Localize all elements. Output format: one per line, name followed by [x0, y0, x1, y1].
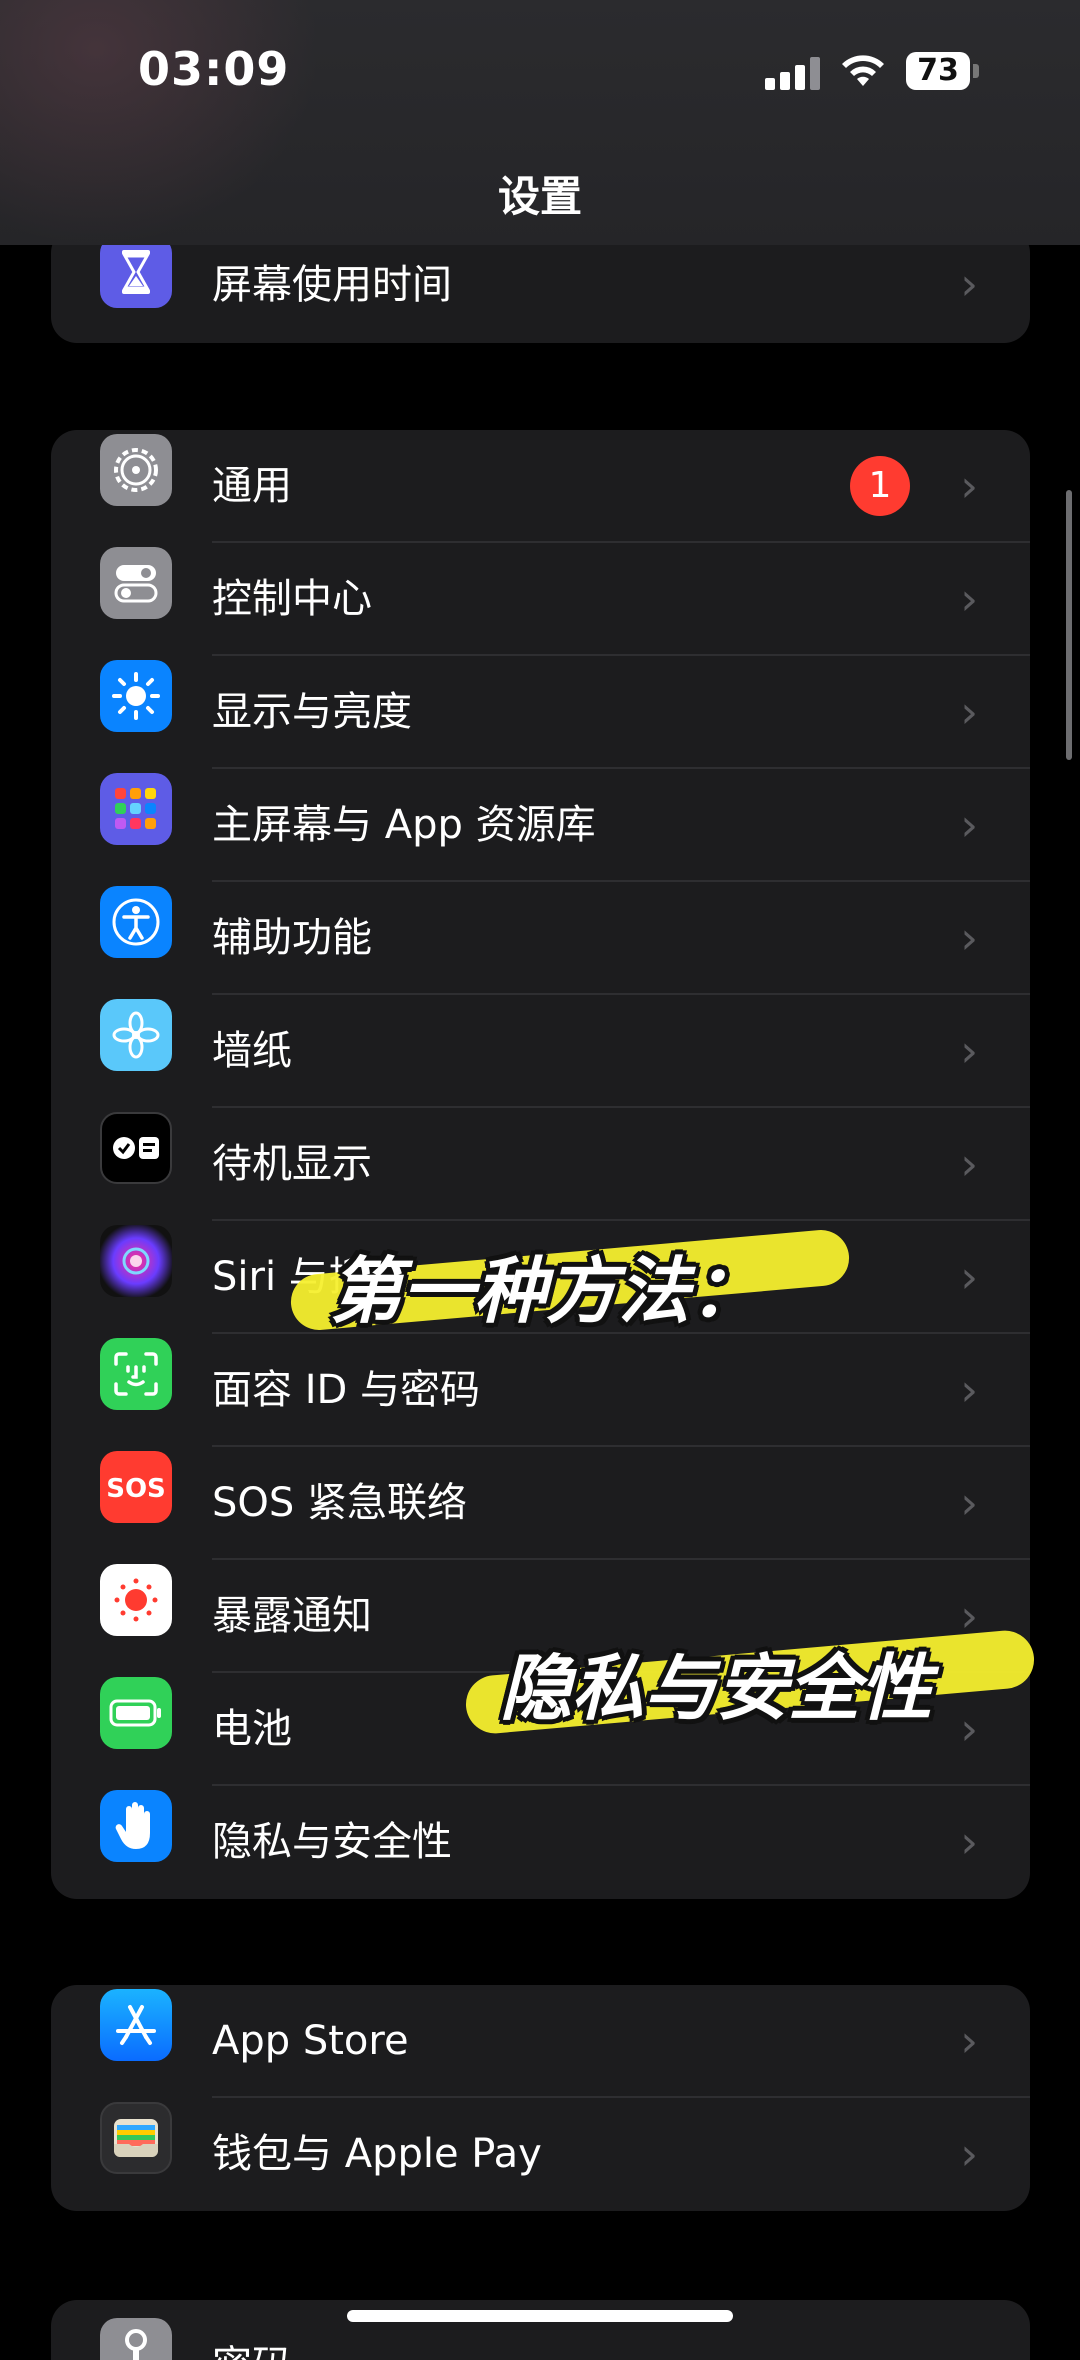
settings-row-label: 通用: [212, 463, 292, 509]
settings-row-label: 隐私与安全性: [212, 1819, 452, 1865]
settings-row-label: 密码: [212, 2316, 292, 2360]
chevron-right-icon: ›: [960, 1026, 978, 1077]
chevron-right-icon: ›: [960, 913, 978, 964]
sos-icon: SOS: [100, 1450, 172, 1523]
settings-row-display[interactable]: 显示与亮度 ›: [51, 656, 1030, 769]
battery-icon: [100, 1676, 172, 1749]
chevron-right-icon: ›: [960, 461, 978, 512]
hourglass-icon: [100, 236, 172, 309]
wifi-icon: [842, 55, 884, 86]
accessibility-icon: [100, 885, 172, 958]
face-id-icon: [100, 1337, 172, 1410]
gear-icon: [100, 433, 172, 506]
overlay-text-privacy: 隐私与安全性: [500, 1646, 933, 1730]
app-grid-icon: [100, 772, 172, 845]
settings-row-label: 显示与亮度: [212, 689, 412, 735]
svg-text:SOS: SOS: [106, 1474, 166, 1504]
exposure-icon: [100, 1563, 172, 1636]
settings-row-control-center[interactable]: 控制中心 ›: [51, 543, 1030, 656]
page-title: 设置: [497, 172, 582, 221]
settings-row-app-store[interactable]: App Store ›: [51, 1985, 1030, 2098]
chevron-right-icon: ›: [960, 1139, 978, 1190]
settings-row-label: 暴露通知: [212, 1593, 372, 1639]
chevron-right-icon: ›: [960, 2129, 978, 2180]
settings-row-label: 电池: [212, 1706, 292, 1752]
settings-row-label: 控制中心: [212, 576, 372, 622]
settings-group-store: App Store › 钱包与 Apple Pay ›: [51, 1985, 1030, 2211]
settings-row-label: App Store: [212, 2018, 409, 2064]
status-time: 03:09: [138, 42, 290, 96]
overlay-text-method: 第一种方法：: [330, 1249, 763, 1333]
flower-icon: [100, 998, 172, 1071]
overlay-caption-1: 第一种方法：: [280, 1210, 870, 1350]
overlay-caption-2: 隐私与安全性: [450, 1605, 1040, 1755]
settings-row-wallpaper[interactable]: 墙纸 ›: [51, 995, 1030, 1108]
app-store-icon: [100, 1988, 172, 2061]
home-indicator[interactable]: [347, 2310, 733, 2322]
toggle-switches-icon: [100, 546, 172, 619]
settings-row-label: 主屏幕与 App 资源库: [212, 802, 596, 848]
settings-row-accessibility[interactable]: 辅助功能 ›: [51, 882, 1030, 995]
settings-row-label: 辅助功能: [212, 915, 372, 961]
settings-row-label: 钱包与 Apple Pay: [212, 2131, 542, 2177]
scrollbar[interactable]: [1066, 490, 1072, 760]
settings-row-label: 待机显示: [212, 1141, 372, 1187]
chevron-right-icon: ›: [960, 574, 978, 625]
chevron-right-icon: ›: [960, 800, 978, 851]
settings-row-label: SOS 紧急联络: [212, 1480, 467, 1526]
battery-indicator: 73: [906, 52, 980, 90]
key-icon: [100, 2318, 172, 2360]
settings-row-passwords[interactable]: 密码: [51, 2300, 1030, 2360]
battery-cap: [973, 64, 979, 78]
standby-icon: [100, 1111, 172, 1184]
battery-level: 73: [906, 52, 970, 90]
chevron-right-icon: ›: [960, 1817, 978, 1868]
status-bar: 03:09 73 设置: [0, 0, 1080, 245]
cellular-signal-icon: [765, 56, 823, 90]
settings-row-home-screen[interactable]: 主屏幕与 App 资源库 ›: [51, 769, 1030, 882]
settings-row-face-id[interactable]: 面容 ID 与密码 ›: [51, 1334, 1030, 1447]
siri-icon: [100, 1224, 172, 1297]
chevron-right-icon: ›: [960, 1478, 978, 1529]
chevron-right-icon: ›: [960, 1365, 978, 1416]
settings-row-privacy[interactable]: 隐私与安全性 ›: [51, 1786, 1030, 1899]
chevron-right-icon: ›: [960, 687, 978, 738]
settings-row-general[interactable]: 通用 1 ›: [51, 430, 1030, 543]
chevron-right-icon: ›: [960, 1252, 978, 1303]
settings-row-label: 面容 ID 与密码: [212, 1367, 481, 1413]
chevron-right-icon: ›: [960, 2016, 978, 2067]
settings-group-passwords: 密码: [51, 2300, 1030, 2360]
sun-icon: [100, 659, 172, 732]
settings-row-label: 墙纸: [212, 1028, 292, 1074]
settings-row-standby[interactable]: 待机显示 ›: [51, 1108, 1030, 1221]
notification-badge: 1: [850, 456, 910, 516]
hand-icon: [100, 1789, 172, 1862]
settings-row-wallet[interactable]: 钱包与 Apple Pay ›: [51, 2098, 1030, 2211]
wallet-icon: [100, 2101, 172, 2174]
settings-row-sos[interactable]: SOS SOS 紧急联络 ›: [51, 1447, 1030, 1560]
